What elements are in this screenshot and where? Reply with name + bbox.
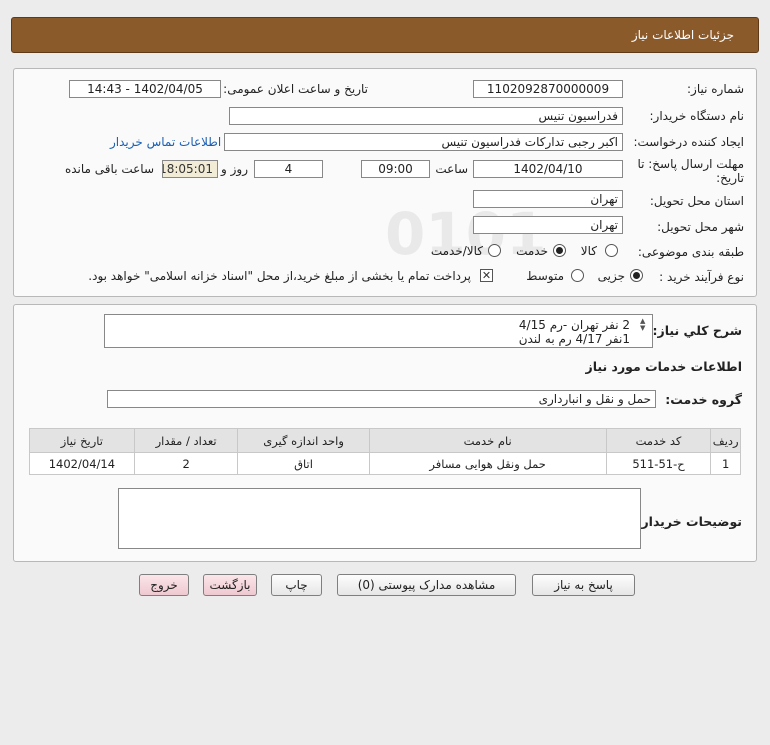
process-label: نوع فرآیند خرید : — [659, 270, 744, 284]
category-label: طبقه بندی موضوعی: — [637, 245, 744, 259]
days-remaining-field: 4 — [254, 160, 323, 178]
page-header: جزئیات اطلاعات نیاز — [11, 17, 759, 53]
treasury-payment-note: پرداخت تمام یا بخشی از مبلغ خرید،از محل … — [88, 269, 471, 283]
reply-button[interactable]: پاسخ به نیاز — [532, 574, 635, 596]
page-title: جزئیات اطلاعات نیاز — [631, 28, 734, 42]
buyer-notes-label: توضیحات خریدار: — [636, 514, 742, 529]
summary-textarea[interactable]: 2 نفر تهران -رم 4/15 1نفر 4/17 رم به لند… — [104, 314, 653, 348]
process-minor-radio[interactable] — [630, 269, 643, 282]
process-medium-label: متوسط — [526, 269, 564, 283]
summary-line-2: 1نفر 4/17 رم به لندن — [518, 332, 630, 346]
category-service-label: خدمت — [516, 244, 548, 258]
city-field: تهران — [473, 216, 623, 234]
service-group-label: گروه خدمت: — [665, 392, 742, 407]
exit-button[interactable]: خروج — [139, 574, 189, 596]
province-field: تهران — [473, 190, 623, 208]
scroll-arrows-icon[interactable]: ▲ ▼ — [640, 318, 645, 332]
services-section-title: اطلاعات خدمات مورد نياز — [585, 359, 743, 374]
back-button[interactable]: بازگشت — [203, 574, 257, 596]
service-group-field: حمل و نقل و انبارداری — [107, 390, 656, 408]
table-header-row: ردیف کد خدمت نام خدمت واحد اندازه گیری ت… — [29, 428, 741, 453]
cell-index: 1 — [710, 452, 741, 475]
city-label: شهر محل تحویل: — [657, 220, 744, 234]
process-minor-label: جزیی — [597, 269, 625, 283]
deadline-time-field: 09:00 — [361, 160, 430, 178]
deadline-label: مهلت ارسال پاسخ: تا تاریخ: — [637, 157, 744, 185]
requester-field: اکبر رجبی تدارکات فدراسیون تنیس — [224, 133, 623, 151]
days-label: روز و — [221, 162, 248, 176]
buyer-org-field: فدراسیون تنیس — [229, 107, 623, 125]
summary-label: شرح کلي نياز: — [652, 323, 742, 338]
process-medium-radio[interactable] — [571, 269, 584, 282]
category-goods-service-label: کالا/خدمت — [430, 244, 483, 258]
buyer-contact-link[interactable]: اطلاعات تماس خریدار — [110, 135, 221, 149]
print-button[interactable]: چاپ — [271, 574, 322, 596]
services-table: ردیف کد خدمت نام خدمت واحد اندازه گیری ت… — [29, 428, 741, 475]
announce-label: تاریخ و ساعت اعلان عمومی: — [223, 82, 368, 96]
deadline-time-label: ساعت — [435, 162, 468, 176]
treasury-payment-checkbox[interactable]: ✕ — [480, 269, 493, 282]
cell-qty: 2 — [133, 452, 239, 475]
need-number-field: 1102092870000009 — [473, 80, 623, 98]
announce-datetime-field: 1402/04/05 - 14:43 — [69, 80, 221, 98]
requester-label: ایجاد کننده درخواست: — [633, 135, 744, 149]
col-code: کد خدمت — [605, 428, 712, 453]
col-qty: تعداد / مقدار — [133, 428, 239, 453]
category-goods-radio[interactable] — [605, 244, 618, 257]
summary-line-1: 2 نفر تهران -رم 4/15 — [518, 318, 630, 332]
cell-name: حمل ونقل هوایی مسافر — [368, 452, 607, 475]
cell-unit: اتاق — [237, 452, 370, 475]
category-goods-service-radio[interactable] — [488, 244, 501, 257]
province-label: استان محل تحویل: — [649, 194, 744, 208]
cell-code: ح-51-511 — [605, 452, 712, 475]
category-goods-label: کالا — [580, 244, 597, 258]
deadline-date-field: 1402/04/10 — [473, 160, 623, 178]
table-row: 1 ح-51-511 حمل ونقل هوایی مسافر اتاق 2 1… — [29, 452, 741, 475]
remaining-label: ساعت باقی مانده — [64, 162, 154, 176]
cell-date: 1402/04/14 — [29, 452, 135, 475]
remaining-time-field: 18:05:01 — [162, 160, 218, 178]
col-date: تاریخ نیاز — [29, 428, 135, 453]
col-index: ردیف — [710, 428, 741, 453]
view-attachments-button[interactable]: مشاهده مدارک پیوستی (0) — [337, 574, 516, 596]
col-name: نام خدمت — [368, 428, 607, 453]
buyer-notes-box — [118, 488, 641, 549]
buyer-org-label: نام دستگاه خریدار: — [649, 109, 745, 123]
category-service-radio[interactable] — [553, 244, 566, 257]
need-number-label: شماره نیاز: — [687, 82, 744, 96]
col-unit: واحد اندازه گیری — [237, 428, 370, 453]
